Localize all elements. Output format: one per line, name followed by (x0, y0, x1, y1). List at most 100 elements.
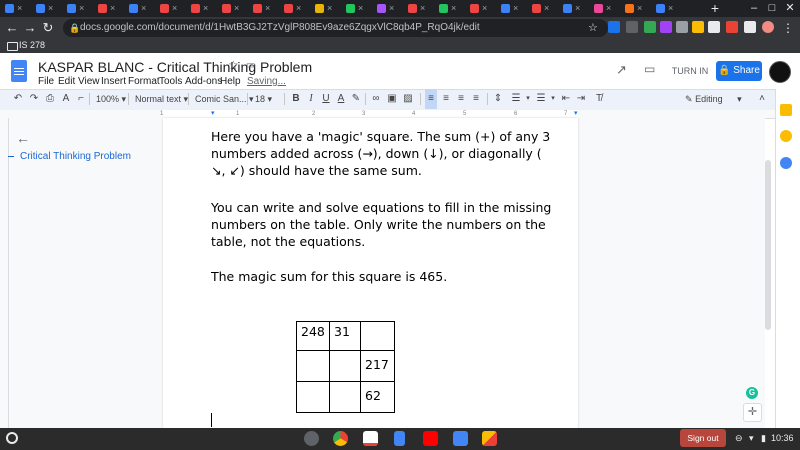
redo-icon[interactable]: ↷ (28, 89, 40, 109)
align-right-icon[interactable]: ≡ (455, 89, 467, 109)
table-cell[interactable] (360, 321, 395, 351)
document-title[interactable]: KASPAR BLANC - Critical Thinking Problem (38, 59, 312, 75)
docs-icon[interactable] (394, 431, 405, 446)
increase-indent-icon[interactable]: ⇥ (575, 89, 587, 109)
drive-icon[interactable] (482, 431, 497, 446)
menu-insert[interactable]: Insert (101, 76, 126, 87)
browser-tab[interactable]: × (592, 2, 611, 15)
browser-tab[interactable]: × (499, 2, 518, 15)
align-left-icon[interactable]: ≡ (425, 89, 437, 109)
close-tab-icon[interactable]: × (296, 2, 301, 15)
close-tab-icon[interactable]: × (575, 2, 580, 15)
share-button[interactable]: 🔒 Share (716, 61, 762, 81)
extension-icon[interactable] (692, 21, 704, 33)
close-tab-icon[interactable]: × (79, 2, 84, 15)
close-tab-icon[interactable]: × (513, 2, 518, 15)
align-justify-icon[interactable]: ≡ (470, 89, 482, 109)
chevron-down-icon[interactable]: ▾ (522, 89, 534, 109)
reload-icon[interactable]: ↻ (40, 17, 56, 39)
close-tab-icon[interactable]: × (637, 2, 642, 15)
browser-tab[interactable]: × (34, 2, 53, 15)
maximize-button[interactable]: □ (763, 0, 781, 17)
browser-tab[interactable]: × (561, 2, 580, 15)
extension-icon[interactable] (660, 21, 672, 33)
close-tab-icon[interactable]: × (265, 2, 270, 15)
decrease-indent-icon[interactable]: ⇤ (560, 89, 572, 109)
close-tab-icon[interactable]: × (389, 2, 394, 15)
table-cell[interactable] (296, 350, 330, 382)
settings-gear-icon[interactable] (304, 431, 319, 446)
star-icon[interactable]: ☆ (228, 58, 239, 72)
browser-tab[interactable]: × (623, 2, 642, 15)
font-size-select[interactable]: 18 ▾ (255, 89, 272, 109)
insert-comment-icon[interactable]: ▣ (386, 89, 398, 109)
extension-icon[interactable] (608, 21, 620, 33)
browser-tab[interactable]: × (127, 2, 146, 15)
table-cell[interactable]: 62 (360, 381, 395, 413)
browser-tab[interactable]: × (375, 2, 394, 15)
extension-icon[interactable] (708, 21, 720, 33)
italic-icon[interactable]: I (305, 89, 317, 109)
browser-tab[interactable]: × (220, 2, 239, 15)
chevron-down-icon[interactable]: ▾ (547, 89, 559, 109)
browser-tab[interactable]: × (654, 2, 673, 15)
table-cell[interactable]: 31 (329, 321, 361, 351)
menu-help[interactable]: Help (220, 76, 241, 87)
table-cell[interactable]: 217 (360, 350, 395, 382)
close-tab-icon[interactable]: × (234, 2, 239, 15)
menu-file[interactable]: File (38, 76, 54, 87)
grammarly-icon[interactable]: G (746, 387, 758, 399)
menu-addons[interactable]: Add-ons (185, 76, 222, 87)
vertical-scrollbar[interactable] (765, 160, 771, 330)
close-outline-arrow-icon[interactable]: ← (16, 130, 30, 146)
spellcheck-icon[interactable]: A (60, 89, 72, 109)
style-select[interactable]: Normal text ▾ (135, 89, 188, 109)
numbered-list-icon[interactable]: ☰ (510, 89, 522, 109)
browser-tab[interactable]: × (189, 2, 208, 15)
forward-icon[interactable]: → (22, 17, 38, 39)
extension-icon[interactable] (726, 21, 738, 33)
close-window-button[interactable]: ✕ (781, 0, 799, 17)
editing-mode-select[interactable]: ✎ Editing ▾ (685, 89, 742, 109)
close-tab-icon[interactable]: × (668, 2, 673, 15)
close-tab-icon[interactable]: × (203, 2, 208, 15)
calendar-icon[interactable] (780, 157, 792, 169)
menu-format[interactable]: Format (128, 76, 160, 87)
close-tab-icon[interactable]: × (48, 2, 53, 15)
align-center-icon[interactable]: ≡ (440, 89, 452, 109)
avatar[interactable] (769, 61, 791, 83)
browser-tab[interactable]: × (313, 2, 332, 15)
link-icon[interactable]: ∞ (370, 89, 382, 109)
new-tab-button[interactable]: + (708, 0, 722, 17)
bookmark-item[interactable]: IS 278 (19, 39, 45, 52)
clock-time[interactable]: 10:36 (771, 429, 794, 447)
table-cell[interactable] (296, 381, 330, 413)
browser-tab[interactable]: × (437, 2, 456, 15)
line-spacing-icon[interactable]: ⇕ (492, 89, 504, 109)
move-folder-icon[interactable]: ▭ (246, 60, 255, 71)
paragraph-intro[interactable]: Here you have a 'magic' square. The sum … (211, 128, 556, 179)
table-cell[interactable]: 248 (296, 321, 330, 351)
paragraph-magic-sum[interactable]: The magic sum for this square is 465. (211, 268, 556, 285)
font-select[interactable]: Comic San... ▾ (195, 89, 254, 109)
clear-formatting-icon[interactable]: T̸ (593, 89, 605, 109)
indent-marker-icon[interactable]: ▾ (211, 110, 215, 118)
extension-icon[interactable] (644, 21, 656, 33)
docs-logo-icon[interactable] (11, 60, 27, 82)
close-tab-icon[interactable]: × (141, 2, 146, 15)
paint-format-icon[interactable]: ⌐ (75, 89, 87, 109)
browser-tab[interactable]: × (468, 2, 487, 15)
wifi-icon[interactable]: ▾ (749, 429, 754, 447)
keep-icon[interactable] (780, 104, 792, 116)
explore-icon[interactable]: ✛ (743, 403, 762, 422)
close-tab-icon[interactable]: × (17, 2, 22, 15)
comment-icon[interactable]: ▭ (644, 62, 660, 78)
bold-icon[interactable]: B (290, 89, 302, 109)
sign-out-button[interactable]: Sign out (680, 429, 726, 447)
browser-tab[interactable]: × (251, 2, 270, 15)
browser-tab[interactable]: × (3, 2, 22, 15)
tasks-icon[interactable] (780, 130, 792, 142)
browser-tab[interactable]: × (530, 2, 549, 15)
highlight-icon[interactable]: ✎ (350, 89, 362, 109)
menu-tools[interactable]: Tools (159, 76, 182, 87)
